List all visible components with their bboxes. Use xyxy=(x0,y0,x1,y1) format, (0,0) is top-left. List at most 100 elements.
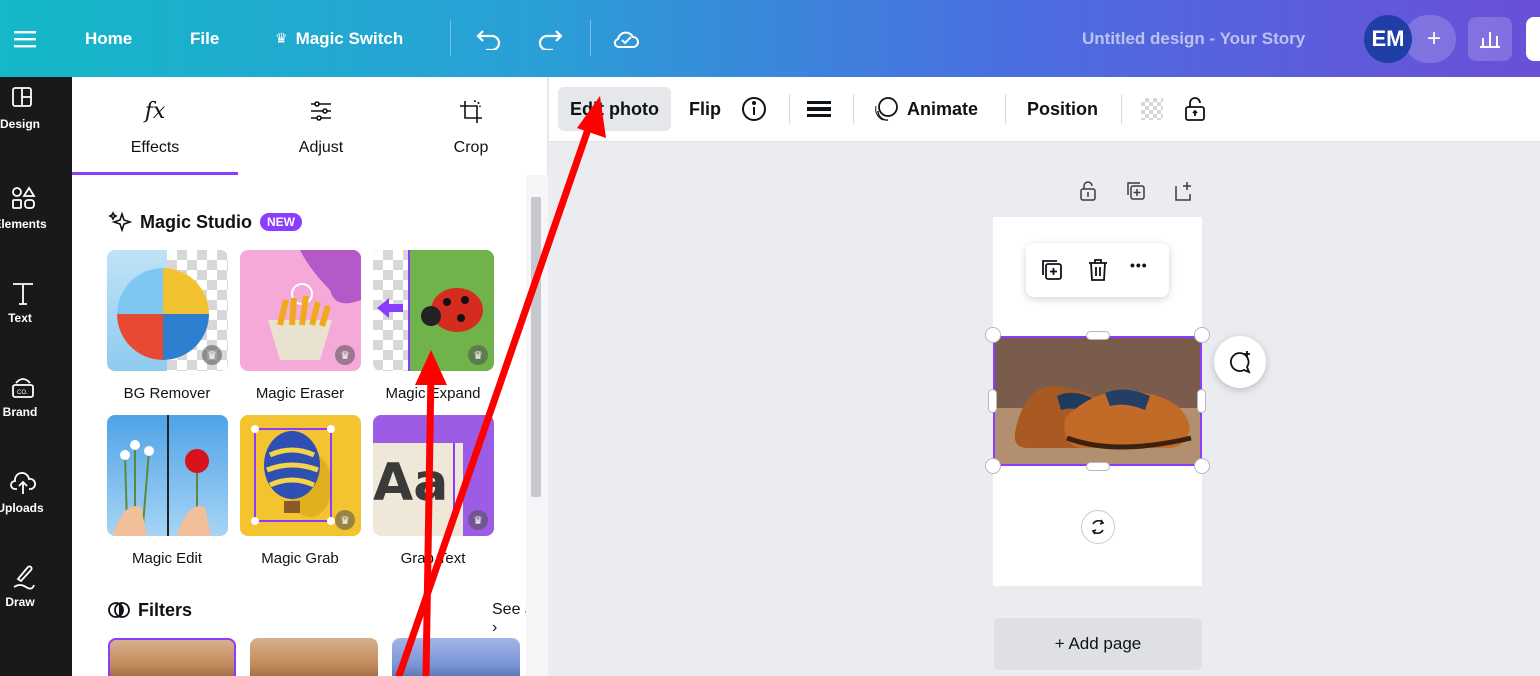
crop-icon xyxy=(460,100,482,123)
insights-icon[interactable] xyxy=(1468,17,1512,61)
edit-photo-button[interactable]: Edit photo xyxy=(558,87,671,131)
duplicate-icon[interactable] xyxy=(1040,258,1064,287)
tool-label: Magic Eraser xyxy=(255,385,345,402)
add-page-button[interactable]: + Add page xyxy=(994,618,1202,670)
transparency-icon[interactable] xyxy=(1141,87,1163,131)
element-context-menu: ••• xyxy=(1026,243,1169,297)
resize-handle-bottom-right[interactable] xyxy=(1194,458,1210,474)
filter-thumb[interactable] xyxy=(108,638,236,676)
resize-handle-top-left[interactable] xyxy=(985,327,1001,343)
flip-button[interactable]: Flip xyxy=(689,87,721,131)
more-options-icon[interactable]: ••• xyxy=(1130,257,1148,273)
tab-label: Adjust xyxy=(298,139,344,156)
tab-label: Effects xyxy=(130,139,180,156)
sparkles-icon xyxy=(108,211,132,233)
context-toolbar: Edit photo Flip Animate Position xyxy=(549,77,1540,142)
grab-text-thumb[interactable]: Aa ♛ xyxy=(373,415,494,536)
divider xyxy=(590,20,591,56)
tab-effects[interactable]: fx Effects xyxy=(72,77,238,175)
draw-icon xyxy=(13,565,35,590)
add-page-icon[interactable] xyxy=(1174,180,1194,207)
design-title[interactable]: Untitled design - Your Story xyxy=(1082,0,1305,77)
cloud-saved-icon[interactable] xyxy=(612,0,640,77)
animate-label: Animate xyxy=(907,98,979,119)
grab-text-glyphs: Aa xyxy=(373,453,449,513)
comment-add-icon xyxy=(1229,351,1251,374)
rotate-icon[interactable] xyxy=(1081,510,1115,544)
divider xyxy=(450,20,451,56)
rail-label: Uploads xyxy=(0,501,44,515)
bg-remover-thumb[interactable]: ♛ xyxy=(107,250,228,371)
info-icon[interactable] xyxy=(741,87,767,131)
tool-label: Grab Text xyxy=(400,550,466,567)
cloud-upload-icon xyxy=(10,472,36,494)
resize-handle-left[interactable] xyxy=(988,389,997,413)
lock-icon[interactable] xyxy=(1183,87,1207,131)
resize-handle-bottom[interactable] xyxy=(1086,462,1110,471)
divider xyxy=(789,94,790,124)
trash-icon[interactable] xyxy=(1086,257,1110,288)
animate-icon xyxy=(875,97,898,121)
page-lock-icon[interactable] xyxy=(1078,180,1098,207)
hamburger-icon[interactable] xyxy=(14,0,36,77)
text-icon xyxy=(13,283,33,305)
rail-label: Brand xyxy=(2,405,38,419)
crown-icon: ♛ xyxy=(468,345,488,365)
left-rail: Design Elements Text CO. Brand Uploads D… xyxy=(0,77,72,676)
duplicate-page-icon[interactable] xyxy=(1126,180,1146,207)
magic-studio-heading: Magic Studio NEW xyxy=(108,211,302,233)
layout-icon xyxy=(12,87,32,107)
magic-grab-thumb[interactable]: ♛ xyxy=(240,415,361,536)
filters-heading: Filters xyxy=(108,599,192,621)
tool-label: BG Remover xyxy=(123,385,211,402)
redo-icon[interactable] xyxy=(537,0,563,77)
border-style-icon[interactable] xyxy=(807,87,831,131)
rail-label: Elements xyxy=(0,217,47,231)
rail-label: Draw xyxy=(5,595,35,609)
magic-switch-label: Magic Switch xyxy=(295,28,404,48)
panel-scrollbar-thumb[interactable] xyxy=(531,197,541,497)
divider xyxy=(1121,94,1122,124)
brand-icon: CO. xyxy=(12,378,34,398)
new-badge: NEW xyxy=(260,213,302,231)
magic-expand-thumb[interactable]: ♛ xyxy=(373,250,494,371)
crown-icon: ♛ xyxy=(335,345,355,365)
svg-text:CO.: CO. xyxy=(17,390,28,396)
selected-photo[interactable] xyxy=(993,336,1202,466)
tool-label: Magic Edit xyxy=(131,550,203,567)
filter-thumb[interactable] xyxy=(392,638,520,676)
home-menu[interactable]: Home xyxy=(85,0,132,77)
crown-icon: ♛ xyxy=(335,510,355,530)
resize-handle-top-right[interactable] xyxy=(1194,327,1210,343)
rail-item-text[interactable]: Text xyxy=(0,271,72,365)
tool-label: Magic Expand xyxy=(385,385,481,402)
tab-adjust[interactable]: Adjust xyxy=(238,77,404,175)
rail-label: Design xyxy=(0,117,40,131)
effects-panel: fx Effects Adjust Crop Magic Studio NEW … xyxy=(72,77,548,676)
magic-switch-button[interactable]: ♛ Magic Switch xyxy=(275,0,403,77)
crown-icon: ♛ xyxy=(202,345,222,365)
resize-handle-right[interactable] xyxy=(1197,389,1206,413)
position-button[interactable]: Position xyxy=(1027,87,1098,131)
shapes-icon xyxy=(12,186,36,209)
resize-handle-bottom-left[interactable] xyxy=(985,458,1001,474)
magic-edit-thumb[interactable] xyxy=(107,415,228,536)
share-button[interactable] xyxy=(1526,17,1540,61)
file-menu[interactable]: File xyxy=(190,0,219,77)
rail-item-uploads[interactable]: Uploads xyxy=(0,461,72,555)
undo-icon[interactable] xyxy=(476,0,502,77)
magic-eraser-thumb[interactable]: ♛ xyxy=(240,250,361,371)
crown-icon: ♛ xyxy=(468,510,488,530)
rail-item-design[interactable]: Design xyxy=(0,77,72,171)
rail-item-draw[interactable]: Draw xyxy=(0,555,72,649)
rail-item-brand[interactable]: CO. Brand xyxy=(0,365,72,459)
resize-handle-top[interactable] xyxy=(1086,331,1110,340)
avatar[interactable]: EM xyxy=(1364,15,1412,63)
tab-crop[interactable]: Crop xyxy=(388,77,554,175)
tab-label: Crop xyxy=(453,139,489,156)
rail-label: Text xyxy=(8,311,32,325)
animate-button[interactable]: Animate xyxy=(873,87,978,131)
add-comment-button[interactable] xyxy=(1214,336,1266,388)
filter-thumb[interactable] xyxy=(250,638,378,676)
rail-item-elements[interactable]: Elements xyxy=(0,177,72,271)
